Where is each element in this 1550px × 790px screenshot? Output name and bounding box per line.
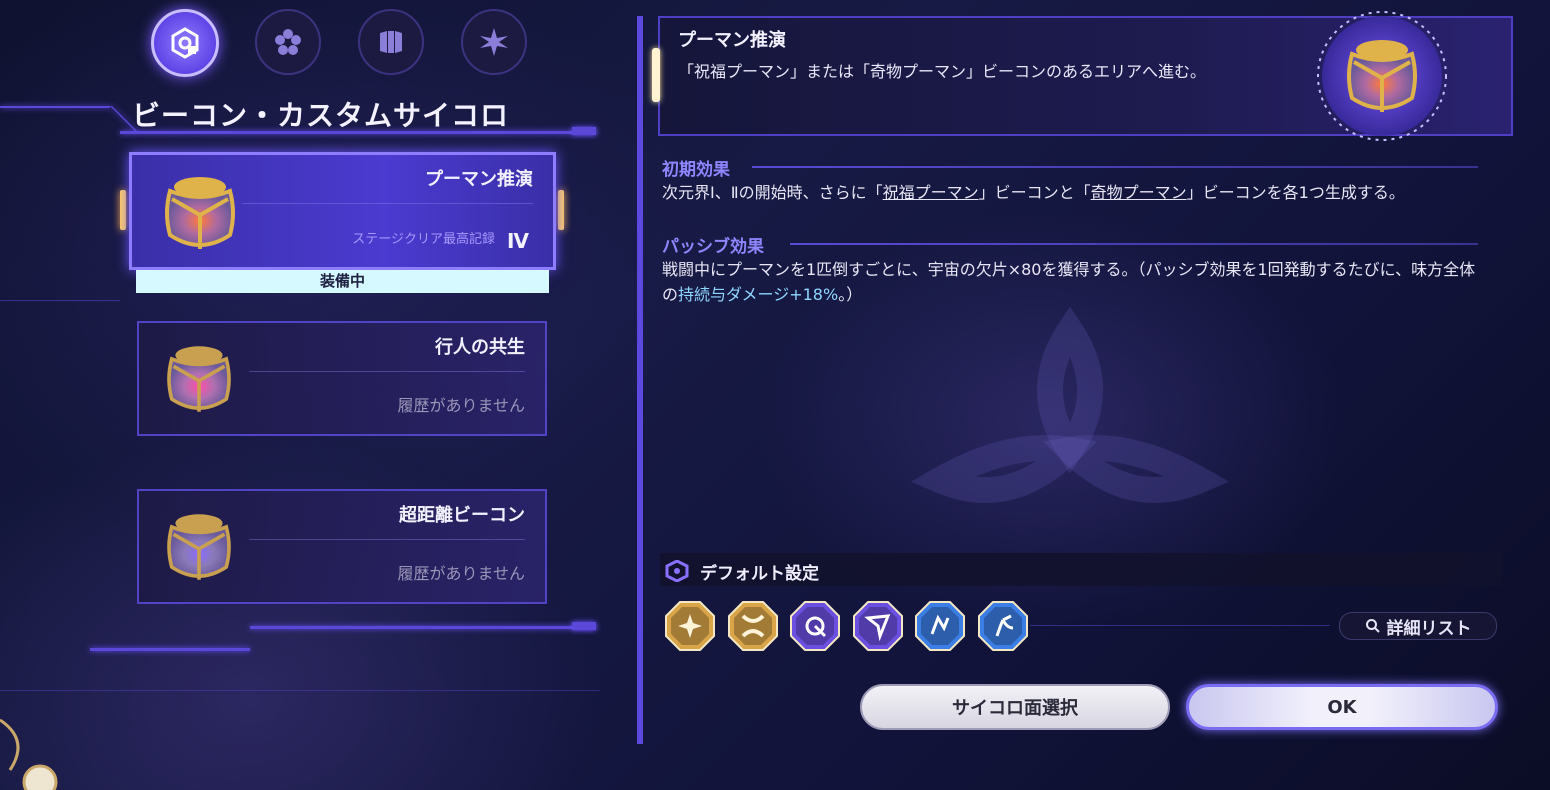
- flower-icon: [275, 29, 301, 55]
- pillars-icon: [380, 31, 402, 53]
- deco-line: [250, 626, 596, 629]
- dice-card-long-range[interactable]: 超距離ビーコン 履歴がありません: [137, 489, 547, 604]
- corner-ornament-icon: [0, 718, 58, 790]
- blue-rune-face-icon[interactable]: [914, 600, 966, 652]
- dice-icon: [167, 346, 231, 412]
- background-emblem-icon: [910, 306, 1230, 503]
- deco-line: [1030, 625, 1330, 626]
- hexagon-dice-icon: [171, 27, 199, 59]
- passive-effect-label: パッシブ効果: [662, 237, 764, 257]
- card-name: プーマン推演: [425, 169, 533, 190]
- dice-icon: [165, 177, 235, 249]
- hexagon-dice-icon: [665, 560, 689, 582]
- dice-card-kojin[interactable]: 行人の共生 履歴がありません: [137, 321, 547, 436]
- detail-list-button[interactable]: 詳細リスト: [1339, 612, 1497, 640]
- detail-description: 「祝福プーマン」または「奇物プーマン」ビーコンのあるエリアへ進む。: [678, 62, 1207, 81]
- detail-title: プーマン推演: [678, 30, 786, 51]
- deco-line: [0, 690, 600, 691]
- record-label: ステージクリア最高記録: [352, 232, 495, 247]
- initial-effect-text: 次元界Ⅰ、Ⅱの開始時、さらに「祝福プーマン」ビーコンと「奇物プーマン」ビーコンを…: [662, 183, 1405, 202]
- card-name: 行人の共生: [435, 337, 525, 358]
- tab-star[interactable]: [461, 9, 527, 75]
- selection-marker: [558, 190, 564, 230]
- section-rule: [752, 166, 1478, 168]
- dice-icon: [167, 514, 231, 580]
- section-rule: [790, 243, 1478, 245]
- gold-shuriken-face-icon[interactable]: [664, 600, 716, 652]
- default-settings-title: デフォルト設定: [700, 564, 819, 584]
- deco-line: [0, 300, 120, 301]
- card-history: 履歴がありません: [397, 396, 525, 415]
- header-marker: [652, 48, 660, 102]
- card-name: 超距離ビーコン: [399, 505, 525, 526]
- star-burst-icon: [480, 28, 508, 56]
- initial-effect-label: 初期効果: [662, 160, 730, 180]
- select-dice-face-button[interactable]: サイコロ面選択: [860, 684, 1170, 730]
- passive-effect-text: 戦闘中にプーマンを1匹倒すごとに、宇宙の欠片×80を獲得する。（パッシブ効果を1…: [662, 260, 1476, 304]
- tab-pillars[interactable]: [358, 9, 424, 75]
- dice-emblem-icon: [1317, 11, 1447, 141]
- equipped-badge: 装備中: [136, 270, 549, 293]
- card-history: 履歴がありません: [397, 564, 525, 583]
- record-value: Ⅳ: [507, 229, 529, 253]
- tab-flower[interactable]: [255, 9, 321, 75]
- section-title: ビーコン・カスタムサイコロ: [132, 99, 510, 132]
- purple-spiral-face-icon[interactable]: [789, 600, 841, 652]
- tab-beacon-dice[interactable]: [151, 9, 219, 77]
- purple-arrow-face-icon[interactable]: [852, 600, 904, 652]
- card-decoration: [242, 203, 533, 230]
- dice-card-puman[interactable]: プーマン推演 ステージクリア最高記録 Ⅳ: [129, 152, 556, 270]
- deco-line: [0, 106, 110, 108]
- gold-cross-face-icon[interactable]: [727, 600, 779, 652]
- search-icon: [1365, 619, 1380, 633]
- selection-marker: [120, 190, 126, 230]
- deco-line: [572, 622, 596, 630]
- deco-line: [90, 648, 250, 651]
- detail-list-label: 詳細リスト: [1386, 618, 1472, 639]
- deco-line: [572, 127, 596, 135]
- blue-branch-face-icon[interactable]: [977, 600, 1029, 652]
- ok-button[interactable]: OK: [1186, 684, 1498, 730]
